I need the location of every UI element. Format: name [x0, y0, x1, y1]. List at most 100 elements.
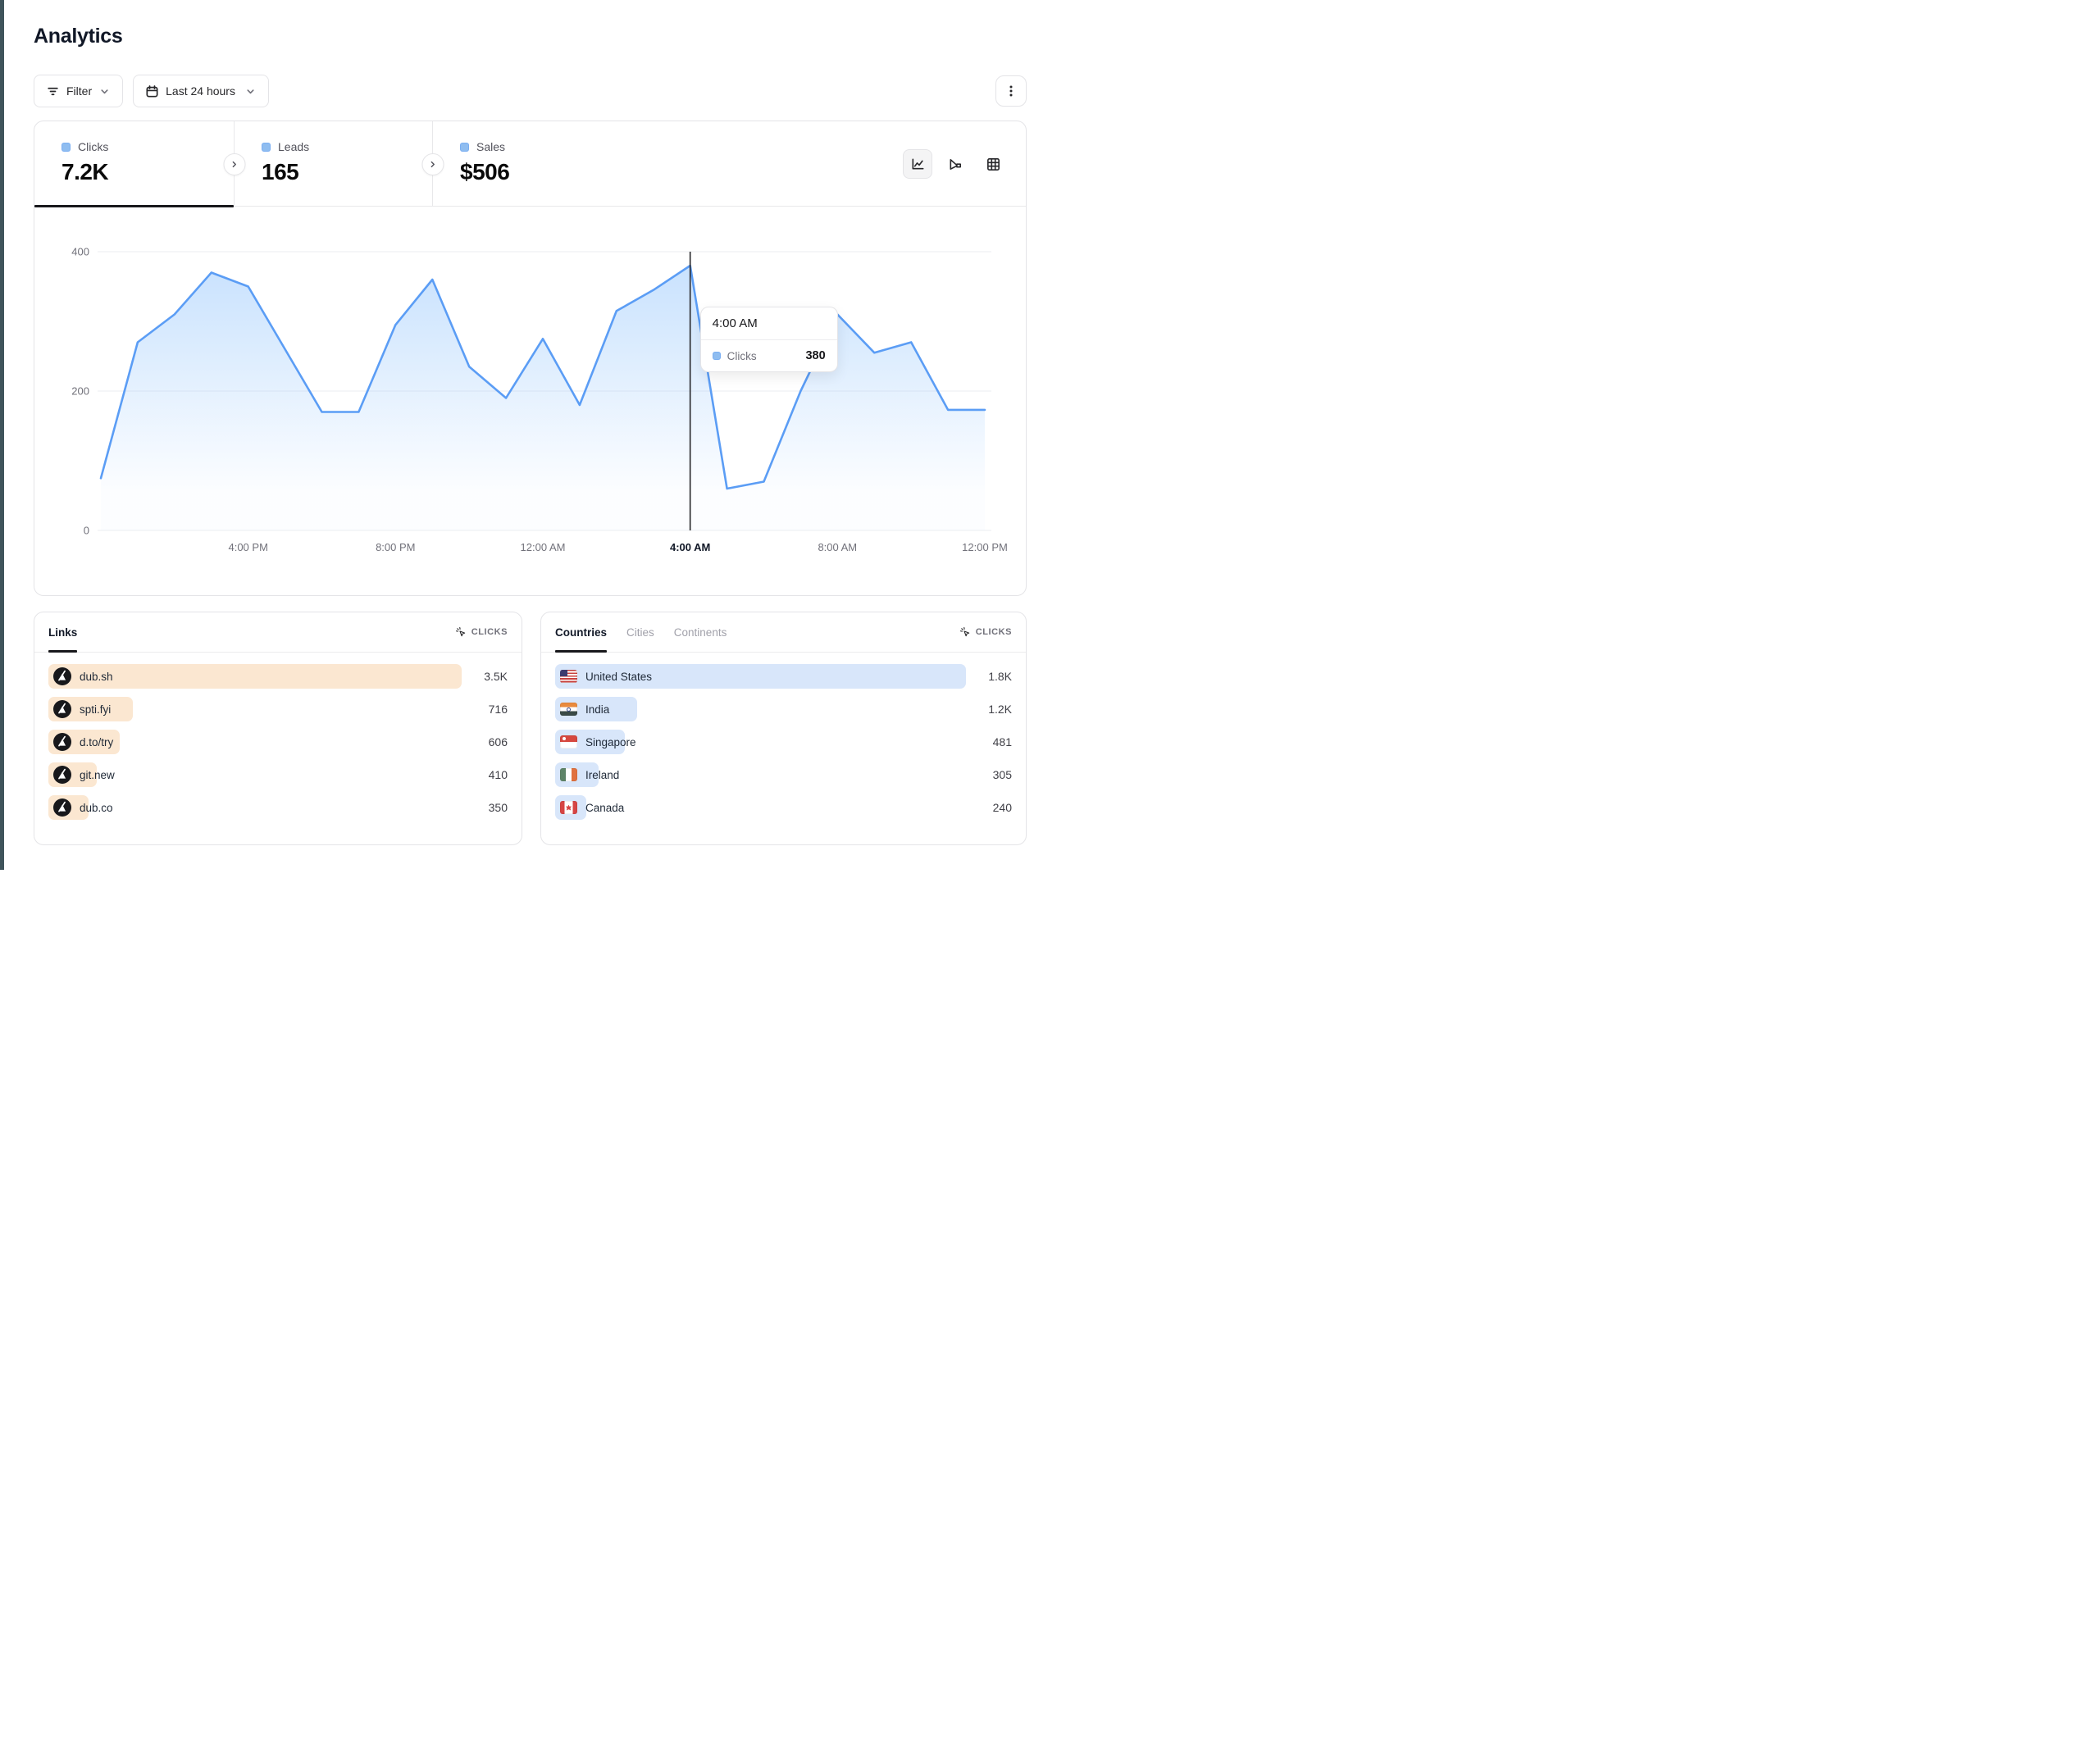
chart-view-toggles — [903, 149, 1008, 179]
row-label: d.to/try — [80, 736, 113, 748]
tab-clicks[interactable]: Clicks 7.2K — [34, 121, 235, 206]
chart-canvas[interactable]: 0 200 400 4:00 PM 8:00 PM 12:00 AM 4:00 AM 8:0… — [34, 207, 1026, 595]
link-row[interactable]: spti.fyi 716 — [48, 697, 508, 721]
row-label: dub.sh — [80, 671, 113, 683]
chart-tooltip: 4:00 AM Clicks 380 — [700, 307, 838, 372]
row-label: Ireland — [585, 769, 619, 781]
left-edge-strip — [0, 0, 4, 870]
y-tick-label: 0 — [84, 525, 89, 537]
next-metric-button[interactable] — [224, 153, 246, 175]
more-options-button[interactable] — [995, 75, 1027, 107]
metric-tabs-row: Clicks 7.2K Leads 165 Sales $506 — [34, 121, 1026, 207]
tab-continents[interactable]: Continents — [674, 612, 727, 652]
toolbar: Filter Last 24 hours — [34, 75, 1027, 107]
country-row[interactable]: Ireland 305 — [555, 762, 1012, 787]
row-clicks-value: 481 — [966, 735, 1012, 748]
tab-cities[interactable]: Cities — [626, 612, 654, 652]
x-axis-labels: 4:00 PM8:00 PM12:00 AM4:00 AM8:00 AM12:0… — [228, 541, 1007, 553]
filter-lines-icon — [46, 84, 60, 98]
countries-panel-header: Countries Cities Continents CLICKS — [541, 612, 1026, 653]
bar-track: Ireland — [555, 762, 966, 787]
dub-logo-icon — [53, 700, 71, 718]
chevron-down-icon — [98, 85, 111, 98]
funnel-icon — [948, 157, 963, 172]
link-row[interactable]: d.to/try 606 — [48, 730, 508, 754]
bar-track: Singapore — [555, 730, 966, 754]
tooltip-series-label: Clicks — [727, 350, 757, 362]
tab-sales[interactable]: Sales $506 — [433, 121, 631, 206]
flag-us-icon — [560, 670, 577, 683]
kebab-menu-icon — [1004, 84, 1018, 98]
tab-links[interactable]: Links — [48, 612, 77, 652]
countries-panel: Countries Cities Continents CLICKS Unite… — [540, 612, 1027, 845]
line-chart-icon — [910, 157, 926, 172]
bar-track: dub.co — [48, 795, 462, 820]
x-tick-label: 4:00 AM — [670, 541, 710, 553]
bar-track: Canada — [555, 795, 966, 820]
link-row[interactable]: dub.co350 — [48, 795, 508, 820]
row-clicks-value: 716 — [462, 703, 508, 716]
x-tick-label: 12:00 AM — [521, 541, 566, 553]
analytics-card: Clicks 7.2K Leads 165 Sales $506 — [34, 121, 1027, 596]
x-tick-label: 4:00 PM — [228, 541, 267, 553]
sales-marker-icon — [460, 143, 469, 152]
tooltip-value: 380 — [805, 349, 825, 362]
row-clicks-value: 3.5K — [462, 670, 508, 683]
countries-sort-label: CLICKS — [976, 627, 1012, 637]
calendar-icon — [145, 84, 159, 98]
x-tick-label: 8:00 PM — [376, 541, 415, 553]
clicks-area-chart[interactable]: 0 200 400 4:00 PM 8:00 PM 12:00 AM 4:00 AM 8:0… — [34, 207, 1026, 595]
tab-leads-value: 165 — [262, 159, 432, 185]
flag-in-icon — [560, 703, 577, 716]
tooltip-time: 4:00 AM — [701, 307, 837, 340]
links-panel: Links CLICKS dub.sh 3.5K spti.fyi 716 d.to/t… — [34, 612, 522, 845]
bar-track: git.new — [48, 762, 462, 787]
row-clicks-value: 1.8K — [966, 670, 1012, 683]
y-axis-labels: 0 200 400 — [71, 246, 89, 537]
link-row[interactable]: git.new410 — [48, 762, 508, 787]
funnel-view-button[interactable] — [941, 149, 970, 179]
links-panel-header: Links CLICKS — [34, 612, 522, 653]
countries-sort-control[interactable]: CLICKS — [959, 626, 1012, 638]
row-label: spti.fyi — [80, 703, 111, 716]
row-clicks-value: 350 — [462, 801, 508, 814]
y-tick-label: 400 — [71, 246, 89, 258]
y-tick-label: 200 — [71, 385, 89, 398]
tab-leads[interactable]: Leads 165 — [235, 121, 433, 206]
flag-sg-icon — [560, 735, 577, 748]
tab-clicks-value: 7.2K — [61, 159, 234, 185]
row-clicks-value: 606 — [462, 735, 508, 748]
date-range-button[interactable]: Last 24 hours — [133, 75, 269, 107]
grid-table-icon — [986, 157, 1001, 172]
table-view-button[interactable] — [978, 149, 1008, 179]
dub-logo-icon — [53, 766, 71, 784]
country-row[interactable]: Canada240 — [555, 795, 1012, 820]
flag-ca-icon — [560, 801, 577, 814]
leads-marker-icon — [262, 143, 271, 152]
link-row[interactable]: dub.sh 3.5K — [48, 664, 508, 689]
links-sort-control[interactable]: CLICKS — [455, 626, 508, 638]
country-row[interactable]: United States 1.8K — [555, 664, 1012, 689]
row-clicks-value: 305 — [966, 768, 1012, 781]
row-label: Singapore — [585, 736, 636, 748]
filter-button[interactable]: Filter — [34, 75, 123, 107]
bar-track: United States — [555, 664, 966, 689]
country-row[interactable]: India1.2K — [555, 697, 1012, 721]
tab-sales-label: Sales — [476, 140, 505, 153]
row-label: United States — [585, 671, 652, 683]
line-chart-view-button[interactable] — [903, 149, 932, 179]
x-tick-label: 8:00 AM — [818, 541, 857, 553]
tab-countries[interactable]: Countries — [555, 612, 607, 652]
area-fill — [101, 266, 985, 530]
country-row[interactable]: Singapore 481 — [555, 730, 1012, 754]
breakdown-panels: Links CLICKS dub.sh 3.5K spti.fyi 716 d.to/t… — [34, 612, 1027, 845]
flag-ie-icon — [560, 768, 577, 781]
tab-leads-label: Leads — [278, 140, 309, 153]
clicks-marker-icon — [61, 143, 71, 152]
next-metric-button[interactable] — [422, 153, 444, 175]
page-title: Analytics — [34, 25, 1027, 48]
tab-clicks-label: Clicks — [78, 140, 108, 153]
row-clicks-value: 1.2K — [966, 703, 1012, 716]
bar-track: spti.fyi — [48, 697, 462, 721]
date-range-label: Last 24 hours — [166, 84, 235, 98]
